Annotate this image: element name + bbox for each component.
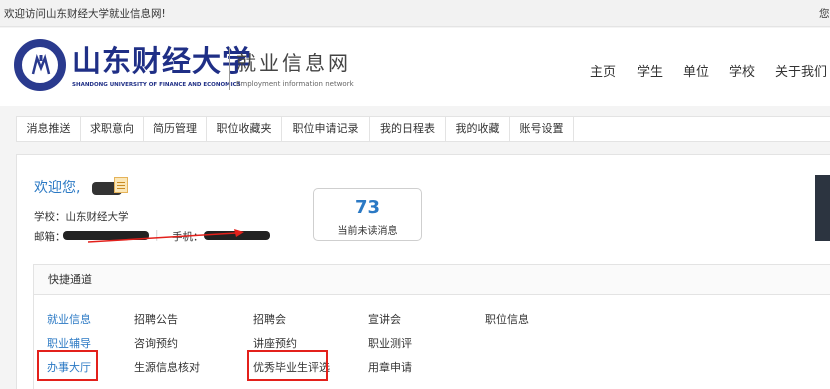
tab-job-intention[interactable]: 求职意向 <box>81 117 144 141</box>
profile-photo <box>815 175 830 241</box>
link-job-fair[interactable]: 招聘会 <box>253 311 286 327</box>
top-bar: 欢迎访问山东财经大学就业信息网! 您 <box>0 0 830 27</box>
top-right-text: 您 <box>819 8 830 20</box>
unread-count: 73 <box>354 197 381 218</box>
nav-about[interactable]: 关于我们 <box>775 61 827 80</box>
link-career-test[interactable]: 职业测评 <box>368 335 412 351</box>
greeting-text: 欢迎您, <box>34 180 81 196</box>
tab-messages[interactable]: 消息推送 <box>17 117 81 141</box>
highlight-box-service-hall <box>37 350 98 381</box>
nav-school[interactable]: 学校 <box>729 61 755 80</box>
seal-mark-icon <box>31 54 51 75</box>
account-tabs: 消息推送 求职意向 简历管理 职位收藏夹 职位申请记录 我的日程表 我的收藏 账… <box>16 116 830 142</box>
university-name-en: SHANDONG UNIVERSITY OF FINANCE AND ECONO… <box>72 82 241 88</box>
link-lecture-booking[interactable]: 讲座预约 <box>253 335 297 351</box>
email-label: 邮箱： <box>34 231 66 243</box>
unread-label: 当前未读消息 <box>337 226 398 237</box>
unread-messages-box[interactable]: 73 当前未读消息 <box>313 188 422 241</box>
link-seal-application[interactable]: 用章申请 <box>368 359 412 375</box>
tab-saved-jobs[interactable]: 职位收藏夹 <box>207 117 282 141</box>
school-info: 学校：山东财经大学 <box>34 211 129 223</box>
logo-divider <box>229 48 230 90</box>
tab-favorites[interactable]: 我的收藏 <box>446 117 510 141</box>
link-career-guidance[interactable]: 职业辅导 <box>47 335 91 351</box>
welcome-text: 欢迎访问山东财经大学就业信息网! <box>4 8 166 20</box>
link-recruitment-notice[interactable]: 招聘公告 <box>134 311 178 327</box>
nav-company[interactable]: 单位 <box>683 61 709 80</box>
annotation-arrow-icon <box>87 229 244 243</box>
university-name-cn: 山东财经大学 <box>72 44 253 78</box>
link-consult-booking[interactable]: 咨询预约 <box>134 335 178 351</box>
link-presentation[interactable]: 宣讲会 <box>368 311 401 327</box>
tab-account-settings[interactable]: 账号设置 <box>510 117 574 141</box>
university-seal-logo[interactable] <box>14 39 66 91</box>
site-name-cn: 就业信息网 <box>236 51 351 75</box>
tab-resume[interactable]: 简历管理 <box>144 117 207 141</box>
tab-applications[interactable]: 职位申请记录 <box>282 117 370 141</box>
quick-access-title: 快捷通道 <box>34 265 830 295</box>
link-job-info[interactable]: 职位信息 <box>485 311 529 327</box>
tab-schedule[interactable]: 我的日程表 <box>370 117 446 141</box>
dashboard-panel: 欢迎您, 学校：山东财经大学 邮箱： | 手机： 73 当前未读消息 快捷通道 … <box>16 154 830 389</box>
site-name-en: Employment information network <box>236 80 354 88</box>
link-employment-info[interactable]: 就业信息 <box>47 311 91 327</box>
site-header: 山东财经大学 SHANDONG UNIVERSITY OF FINANCE AN… <box>0 28 830 106</box>
highlight-box-outstanding-graduate <box>247 350 328 381</box>
nav-home[interactable]: 主页 <box>590 61 616 80</box>
edit-profile-icon[interactable] <box>114 177 128 193</box>
nav-student[interactable]: 学生 <box>637 61 663 80</box>
link-student-info-check[interactable]: 生源信息核对 <box>134 359 200 375</box>
